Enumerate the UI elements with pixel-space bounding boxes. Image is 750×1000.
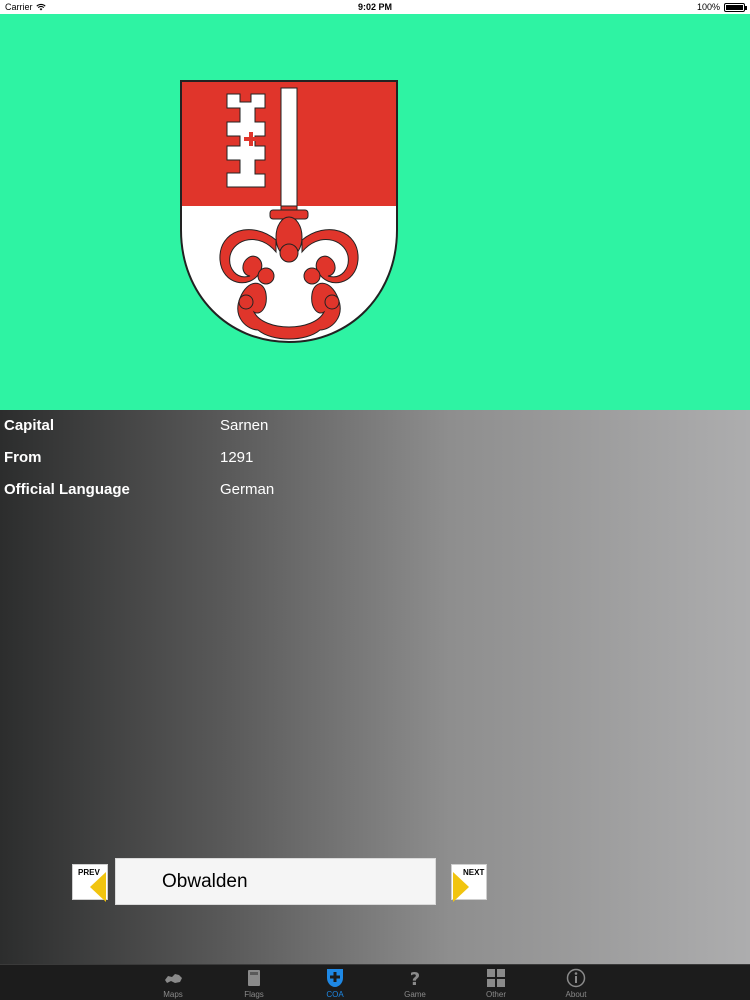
tab-bar: Maps Flags COA ? Game Other About <box>0 964 750 1000</box>
question-mark-icon: ? <box>410 969 420 988</box>
shield-cross-icon <box>327 969 343 987</box>
tab-label: Other <box>485 990 506 999</box>
info-value: German <box>220 481 275 498</box>
info-row-from: From 1291 <box>0 449 750 471</box>
info-label: From <box>4 449 42 466</box>
battery-indicator: 100% <box>696 2 747 12</box>
grid-icon <box>487 969 505 987</box>
tab-flags[interactable]: Flags <box>224 965 284 1000</box>
tab-label: Maps <box>163 990 183 999</box>
canton-name-display: Obwalden <box>115 858 436 905</box>
arrow-right-icon <box>453 872 469 902</box>
info-row-capital: Capital Sarnen <box>0 417 750 439</box>
tab-label: COA <box>326 990 344 999</box>
prev-button[interactable]: PREV <box>72 864 108 902</box>
obwalden-coat-of-arms-icon <box>180 80 398 344</box>
svg-text:?: ? <box>410 969 420 988</box>
tab-label: About <box>565 990 587 999</box>
battery-percent: 100% <box>696 2 720 12</box>
next-button[interactable]: NEXT <box>451 864 487 902</box>
coat-of-arms-panel <box>0 14 750 410</box>
battery-icon <box>724 2 747 12</box>
canton-info-area: Capital Sarnen From 1291 Official Langua… <box>0 410 750 964</box>
switzerland-map-icon <box>165 974 182 983</box>
status-bar: Carrier 9:02 PM 100% <box>0 0 750 14</box>
info-label: Capital <box>4 417 55 434</box>
info-value: 1291 <box>220 449 254 466</box>
tab-maps[interactable]: Maps <box>143 965 203 1000</box>
tab-label: Game <box>404 990 426 999</box>
info-value: Sarnen <box>220 417 269 434</box>
tab-other[interactable]: Other <box>466 965 526 1000</box>
arrow-left-icon <box>90 872 106 902</box>
info-label: Official Language <box>4 481 130 498</box>
tab-game[interactable]: ? Game <box>385 965 445 1000</box>
flag-book-icon <box>248 970 260 986</box>
clock: 9:02 PM <box>357 2 392 12</box>
tab-about[interactable]: About <box>546 965 606 1000</box>
info-row-official-language: Official Language German <box>0 481 750 503</box>
tab-coa[interactable]: COA <box>305 965 365 1000</box>
info-icon <box>566 968 586 988</box>
tab-label: Flags <box>244 990 264 999</box>
